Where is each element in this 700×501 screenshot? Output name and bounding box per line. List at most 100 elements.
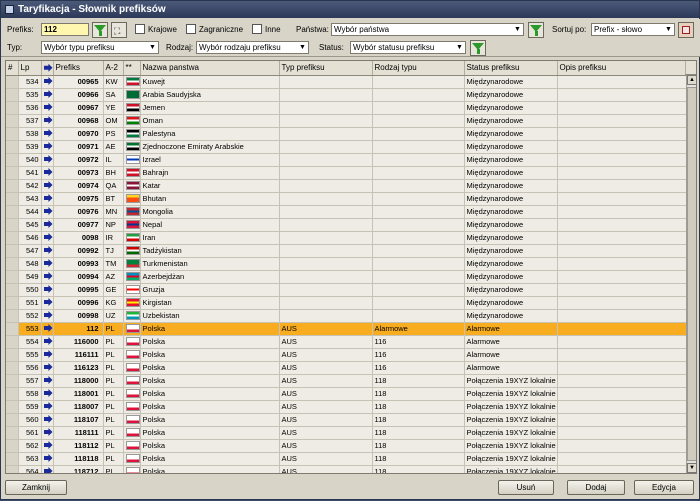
row-selector[interactable] xyxy=(6,127,19,141)
binoculars-icon[interactable]: ⛶ xyxy=(111,22,127,38)
row-arrow[interactable] xyxy=(41,88,54,102)
prefix-input[interactable]: 112 xyxy=(41,23,89,36)
table-row[interactable]: 560 118107 PL Polska AUS 118 Połączenia 19XYZ … xyxy=(6,413,688,427)
dodaj-button[interactable]: Dodaj xyxy=(567,480,625,495)
column-header-flag[interactable]: ** xyxy=(123,61,141,76)
table-row[interactable]: 539 00971 AE Zjednoczone Emiraty Arabskie Mi… xyxy=(6,140,688,154)
table-row[interactable]: 544 00976 MN Mongolia Międzynarodowe xyxy=(6,205,688,219)
row-arrow[interactable] xyxy=(41,153,54,167)
row-arrow[interactable] xyxy=(41,335,54,349)
row-arrow[interactable] xyxy=(41,140,54,154)
row-selector[interactable] xyxy=(6,270,19,284)
row-arrow[interactable] xyxy=(41,413,54,427)
row-arrow[interactable] xyxy=(41,244,54,258)
row-arrow[interactable] xyxy=(41,452,54,466)
row-selector[interactable] xyxy=(6,153,19,167)
table-row[interactable]: 564 118712 PL Polska AUS 118 Połączenia 19XYZ … xyxy=(6,465,688,473)
table-row[interactable]: 553 112 PL Polska AUS Alarmowe Alarmowe xyxy=(6,322,688,336)
zagraniczne-checkbox[interactable] xyxy=(186,24,196,34)
table-row[interactable]: 558 118001 PL Polska AUS 118 Połączenia 19XYZ … xyxy=(6,387,688,401)
zamknij-button[interactable]: Zamknij xyxy=(5,480,67,495)
row-selector[interactable] xyxy=(6,244,19,258)
row-arrow[interactable] xyxy=(41,322,54,336)
table-row[interactable]: 547 00992 TJ Tadżykistan Międzynarodowe xyxy=(6,244,688,258)
row-arrow[interactable] xyxy=(41,387,54,401)
row-arrow[interactable] xyxy=(41,296,54,310)
table-row[interactable]: 535 00966 SA Arabia Saudyjska Międzynarodowe xyxy=(6,88,688,102)
row-selector[interactable] xyxy=(6,465,19,473)
row-selector[interactable] xyxy=(6,335,19,349)
table-row[interactable]: 542 00974 QA Katar Międzynarodowe xyxy=(6,179,688,193)
row-arrow[interactable] xyxy=(41,309,54,323)
row-selector[interactable] xyxy=(6,101,19,115)
row-arrow[interactable] xyxy=(41,348,54,362)
table-row[interactable]: 540 00972 IL Izrael Międzynarodowe xyxy=(6,153,688,167)
row-arrow[interactable] xyxy=(41,374,54,388)
rodzaj-select[interactable]: Wybór rodzaju prefiksu ▼ xyxy=(196,41,309,54)
column-header-lp[interactable]: Lp xyxy=(18,61,42,76)
row-arrow[interactable] xyxy=(41,465,54,473)
column-header-rodzaj[interactable]: Rodzaj typu xyxy=(372,61,465,76)
status-filter-icon[interactable] xyxy=(470,40,486,56)
row-selector[interactable] xyxy=(6,322,19,336)
row-arrow[interactable] xyxy=(41,439,54,453)
table-row[interactable]: 562 118112 PL Polska AUS 118 Połączenia 19XYZ … xyxy=(6,439,688,453)
table-row[interactable]: 551 00996 KG Kirgistan Międzynarodowe xyxy=(6,296,688,310)
row-selector[interactable] xyxy=(6,231,19,245)
row-arrow[interactable] xyxy=(41,205,54,219)
scroll-thumb[interactable] xyxy=(687,87,696,461)
vertical-scrollbar[interactable]: ▲ ▼ xyxy=(686,75,696,473)
table-row[interactable]: 534 00965 KW Kuwejt Międzynarodowe xyxy=(6,75,688,89)
row-arrow[interactable] xyxy=(41,426,54,440)
table-row[interactable]: 541 00973 BH Bahrajn Międzynarodowe xyxy=(6,166,688,180)
panstwa-filter-icon[interactable] xyxy=(528,22,544,38)
panstwa-select[interactable]: Wybór państwa ▼ xyxy=(331,23,524,36)
row-selector[interactable] xyxy=(6,257,19,271)
row-selector[interactable] xyxy=(6,75,19,89)
column-header-opis[interactable]: Opis prefiksu xyxy=(557,61,688,76)
row-arrow[interactable] xyxy=(41,101,54,115)
column-header-nazwa[interactable]: Nazwa panstwa xyxy=(140,61,280,76)
column-header-status[interactable]: Status prefiksu xyxy=(464,61,558,76)
table-row[interactable]: 563 118118 PL Polska AUS 118 Połączenia 19XYZ … xyxy=(6,452,688,466)
table-row[interactable]: 543 00975 BT Bhutan Międzynarodowe xyxy=(6,192,688,206)
row-selector[interactable] xyxy=(6,114,19,128)
table-row[interactable]: 538 00970 PS Palestyna Międzynarodowe xyxy=(6,127,688,141)
table-row[interactable]: 556 116123 PL Polska AUS 116 Alarmowe xyxy=(6,361,688,375)
row-arrow[interactable] xyxy=(41,231,54,245)
row-arrow[interactable] xyxy=(41,192,54,206)
row-arrow[interactable] xyxy=(41,75,54,89)
table-row[interactable]: 536 00967 YE Jemen Międzynarodowe xyxy=(6,101,688,115)
row-arrow[interactable] xyxy=(41,361,54,375)
column-header-hash[interactable]: # xyxy=(6,61,19,76)
typ-select[interactable]: Wybór typu prefiksu ▼ xyxy=(41,41,159,54)
row-arrow[interactable] xyxy=(41,218,54,232)
row-selector[interactable] xyxy=(6,361,19,375)
column-chooser-button[interactable] xyxy=(685,61,696,75)
row-selector[interactable] xyxy=(6,296,19,310)
table-row[interactable]: 545 00977 NP Nepal Międzynarodowe xyxy=(6,218,688,232)
scroll-up-icon[interactable]: ▲ xyxy=(687,75,696,85)
sortuj-select[interactable]: Prefix - słowo ▼ xyxy=(591,23,675,36)
row-selector[interactable] xyxy=(6,348,19,362)
row-selector[interactable] xyxy=(6,387,19,401)
row-arrow[interactable] xyxy=(41,127,54,141)
status-select[interactable]: Wybór statusu prefiksu ▼ xyxy=(350,41,466,54)
row-arrow[interactable] xyxy=(41,179,54,193)
row-selector[interactable] xyxy=(6,179,19,193)
table-row[interactable]: 550 00995 GE Gruzja Międzynarodowe xyxy=(6,283,688,297)
table-row[interactable]: 552 00998 UZ Uzbekistan Międzynarodowe xyxy=(6,309,688,323)
settings-grid-icon[interactable] xyxy=(678,22,694,38)
row-selector[interactable] xyxy=(6,413,19,427)
row-arrow[interactable] xyxy=(41,166,54,180)
table-row[interactable]: 557 118000 PL Polska AUS 118 Połączenia 19XYZ … xyxy=(6,374,688,388)
usun-button[interactable]: Usuń xyxy=(498,480,554,495)
column-header-a2[interactable]: A-2 xyxy=(103,61,124,76)
column-header-typ[interactable]: Typ prefiksu xyxy=(279,61,373,76)
row-selector[interactable] xyxy=(6,452,19,466)
table-row[interactable]: 554 116000 PL Polska AUS 116 Alarmowe xyxy=(6,335,688,349)
row-selector[interactable] xyxy=(6,218,19,232)
krajowe-checkbox[interactable] xyxy=(135,24,145,34)
row-selector[interactable] xyxy=(6,439,19,453)
table-row[interactable]: 546 0098 IR Iran Międzynarodowe xyxy=(6,231,688,245)
